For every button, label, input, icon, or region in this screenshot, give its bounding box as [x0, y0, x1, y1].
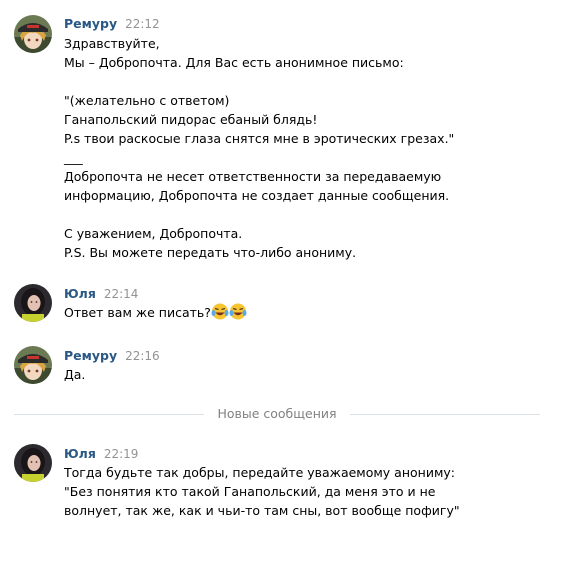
message-text-line: Тогда будьте так добры, передайте уважае… — [64, 465, 455, 480]
message-time[interactable]: 22:12 — [125, 17, 160, 31]
tears-of-joy-emoji-icon — [229, 303, 247, 320]
tears-of-joy-emoji-icon — [211, 303, 229, 320]
message-text-line: ___ — [64, 150, 83, 165]
message-time[interactable]: 22:19 — [104, 447, 139, 461]
author-name[interactable]: Юля — [64, 446, 96, 461]
message-text-line: "(желательно с ответом) — [64, 93, 230, 108]
author-name[interactable]: Ремуру — [64, 348, 117, 363]
message-text-line: Да. — [64, 367, 86, 382]
message-text-line: P.S. Вы можете передать что-либо анониму… — [64, 245, 357, 260]
message-time[interactable]: 22:16 — [125, 349, 160, 363]
message-text-line: P.s твои раскосые глаза снятся мне в эро… — [64, 131, 455, 146]
message-text-line: "Без понятия кто такой Ганапольский, да … — [64, 484, 436, 499]
message-text-line: Ганапольский пидорас ебаный блядь! — [64, 112, 318, 127]
message-text-line: Добропочта не несет ответственности за п… — [64, 169, 442, 184]
author-name[interactable]: Юля — [64, 286, 96, 301]
anime-avatar-icon[interactable] — [14, 15, 52, 53]
new-messages-divider: Новые сообщения — [14, 405, 540, 423]
message-text-line: Ответ вам же писать? — [64, 303, 554, 322]
message-text-line: Мы – Добропочта. Для Вас есть анонимное … — [64, 55, 404, 70]
message-text: Ответ вам же писать? — [64, 305, 211, 320]
message-text-line: волнует, так же, как и чьи-то там сны, в… — [64, 503, 460, 518]
user-photo-avatar-icon[interactable] — [14, 444, 52, 482]
message-text-line: информацию, Добропочта не создает данные… — [64, 188, 450, 203]
divider-line — [350, 414, 540, 415]
message-text-line: С уважением, Добропочта. — [64, 226, 243, 241]
anime-avatar-icon[interactable] — [14, 346, 52, 384]
author-name[interactable]: Ремуру — [64, 16, 117, 31]
message-text-line: Здравствуйте, — [64, 36, 160, 51]
message-time[interactable]: 22:14 — [104, 287, 139, 301]
user-photo-avatar-icon[interactable] — [14, 284, 52, 322]
